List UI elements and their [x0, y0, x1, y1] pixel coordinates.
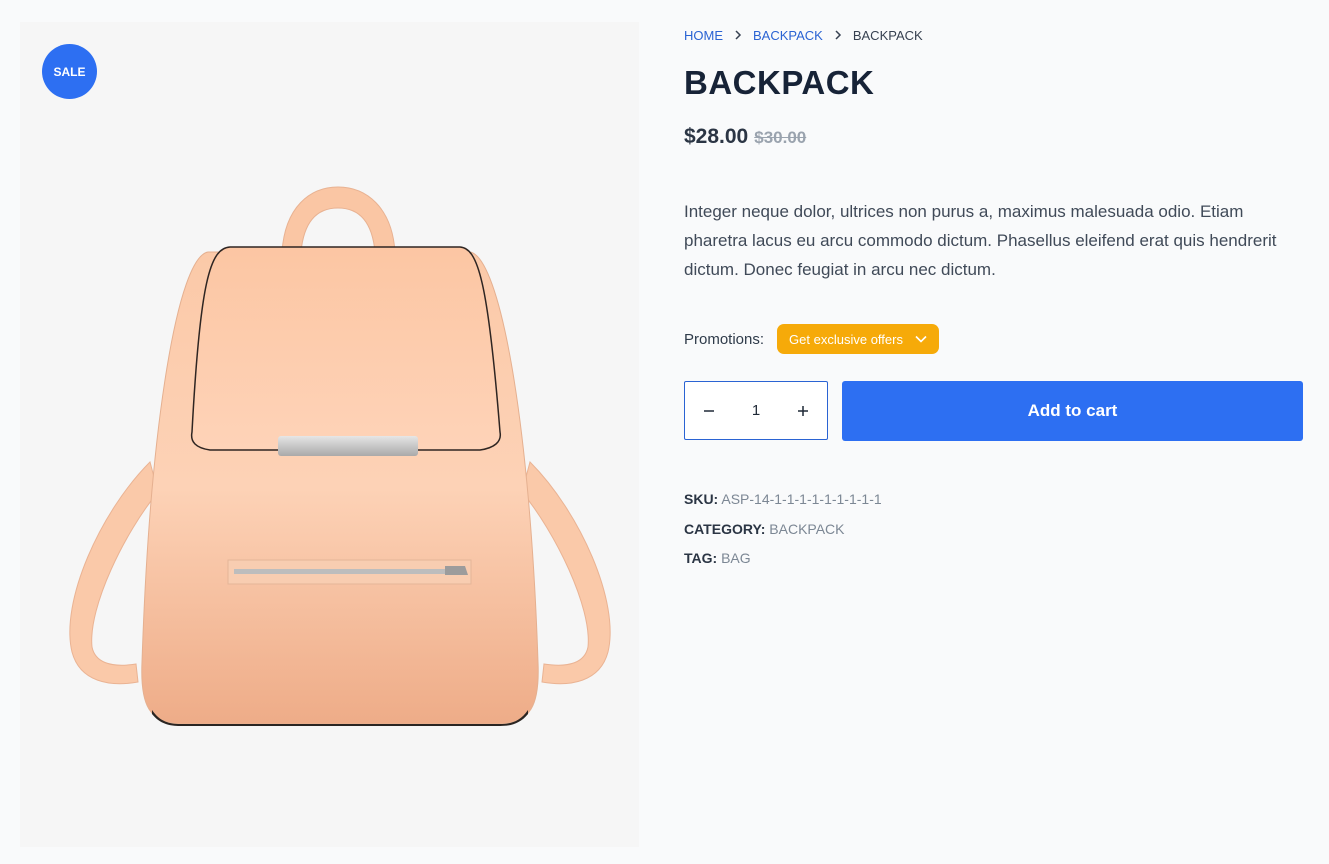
sku-value: ASP-14-1-1-1-1-1-1-1-1-1	[721, 491, 882, 507]
chevron-right-icon	[734, 29, 742, 43]
add-to-cart-button[interactable]: Add to cart	[842, 381, 1303, 441]
breadcrumb-category-link[interactable]: BACKPACK	[753, 28, 823, 43]
chevron-right-icon	[834, 29, 842, 43]
quantity-increase-button[interactable]	[779, 382, 827, 439]
category-link[interactable]: BACKPACK	[769, 521, 844, 537]
product-meta: SKU: ASP-14-1-1-1-1-1-1-1-1-1 CATEGORY: …	[684, 485, 882, 574]
exclusive-offers-label: Get exclusive offers	[789, 331, 903, 347]
product-description: Integer neque dolor, ultrices non purus …	[684, 202, 1277, 279]
promotions-label: Promotions:	[684, 330, 765, 348]
quantity-stepper: 1	[684, 381, 828, 440]
sku-row: SKU: ASP-14-1-1-1-1-1-1-1-1-1	[684, 485, 882, 515]
backpack-image[interactable]	[60, 162, 620, 732]
exclusive-offers-dropdown[interactable]: Get exclusive offers	[777, 324, 939, 354]
breadcrumb-home-link[interactable]: HOME	[684, 28, 723, 43]
tag-label: TAG:	[684, 550, 718, 566]
breadcrumb-current: BACKPACK	[852, 28, 923, 43]
category-row: CATEGORY: BACKPACK	[684, 515, 882, 545]
chevron-down-icon	[915, 335, 927, 343]
original-price: $30.00	[754, 128, 807, 147]
breadcrumb: HOME BACKPACK BACKPACK	[684, 28, 923, 43]
category-label: CATEGORY:	[684, 520, 766, 537]
tag-row: TAG: BAG	[684, 544, 882, 574]
product-title: BACKPACK	[684, 64, 875, 101]
product-price: $28.00 $30.00	[684, 125, 806, 149]
minus-icon	[704, 409, 714, 412]
product-gallery: SALE	[20, 22, 639, 847]
sale-badge: SALE	[42, 44, 97, 99]
tag-link[interactable]: BAG	[721, 550, 751, 566]
quantity-decrease-button[interactable]	[685, 382, 733, 439]
sku-label: SKU:	[684, 491, 719, 507]
sale-price: $28.00	[684, 125, 749, 148]
promotions-row: Promotions: Get exclusive offers	[684, 324, 939, 354]
quantity-input[interactable]: 1	[752, 402, 760, 419]
plus-icon	[798, 405, 808, 416]
